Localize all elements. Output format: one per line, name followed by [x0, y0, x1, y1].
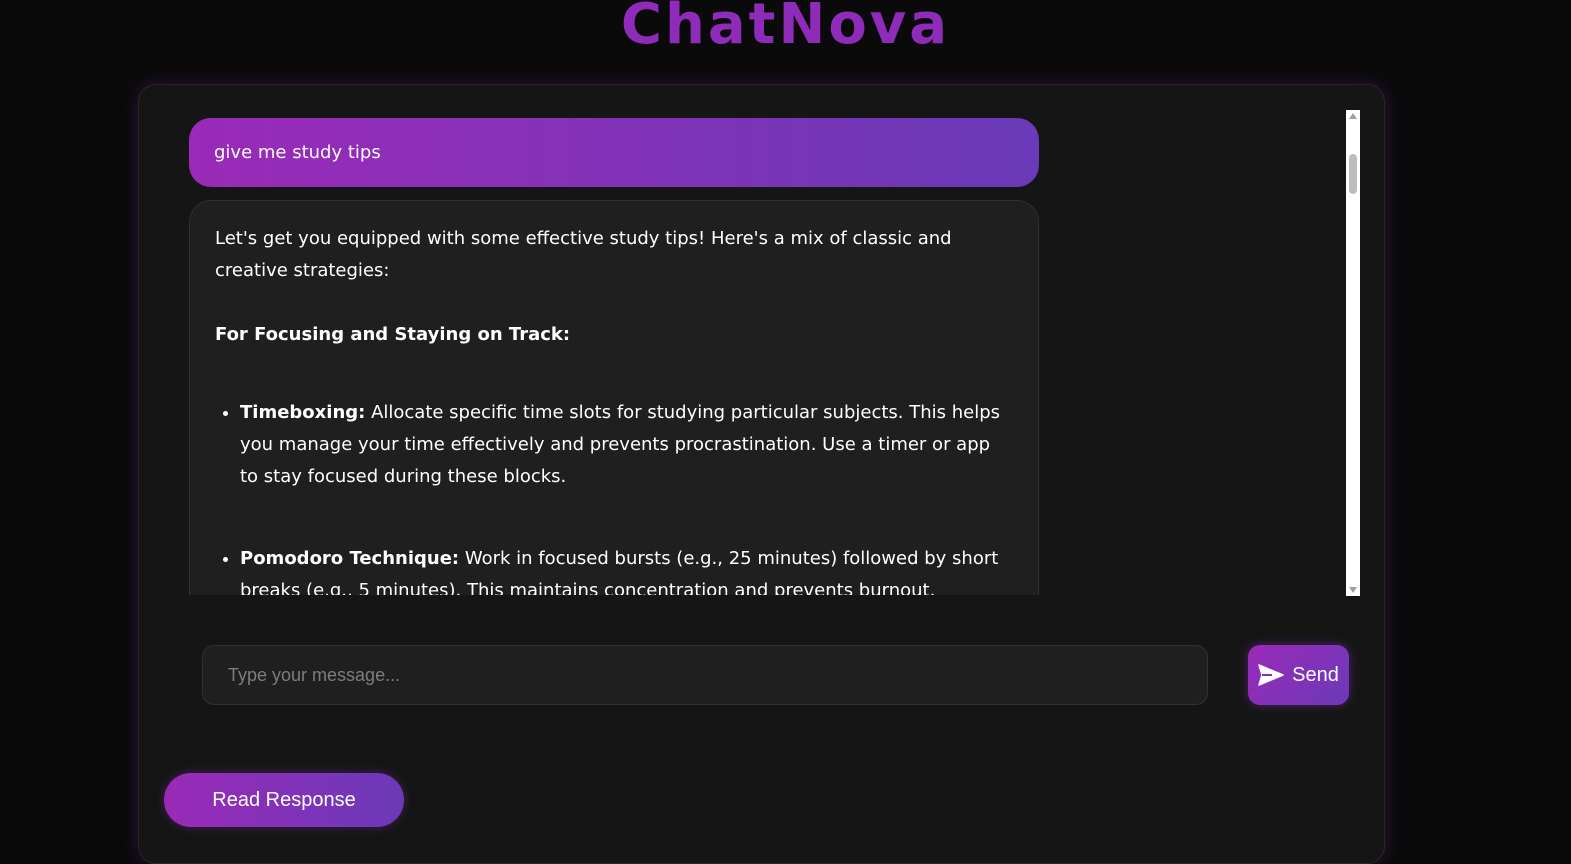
- chat-scrollbar[interactable]: [1346, 110, 1360, 596]
- tip-title: Pomodoro Technique:: [240, 548, 460, 569]
- chat-container: give me study tips Let's get you equippe…: [138, 84, 1385, 864]
- send-button-label: Send: [1292, 663, 1339, 686]
- bot-intro-text: Let's get you equipped with some effecti…: [215, 228, 952, 281]
- chat-messages: give me study tips Let's get you equippe…: [189, 110, 1360, 595]
- bot-message: Let's get you equipped with some effecti…: [189, 200, 1039, 595]
- message-input[interactable]: [202, 645, 1208, 705]
- tip-title: Timeboxing:: [240, 402, 366, 423]
- app-title: ChatNova: [620, 0, 951, 57]
- scroll-up-arrow-icon[interactable]: [1349, 113, 1357, 119]
- bot-section-heading: For Focusing and Staying on Track:: [215, 324, 571, 345]
- user-message: give me study tips: [189, 118, 1039, 187]
- tips-list: Timeboxing: Allocate specific time slots…: [215, 397, 1013, 595]
- scroll-thumb[interactable]: [1349, 154, 1357, 194]
- user-message-text: give me study tips: [214, 142, 381, 163]
- scroll-down-arrow-icon[interactable]: [1349, 587, 1357, 593]
- list-item: Timeboxing: Allocate specific time slots…: [240, 397, 1013, 493]
- list-item: Pomodoro Technique: Work in focused burs…: [240, 543, 1013, 595]
- send-arrow-icon: [1258, 664, 1284, 686]
- send-button[interactable]: Send: [1248, 645, 1349, 705]
- read-response-button[interactable]: Read Response: [164, 773, 404, 827]
